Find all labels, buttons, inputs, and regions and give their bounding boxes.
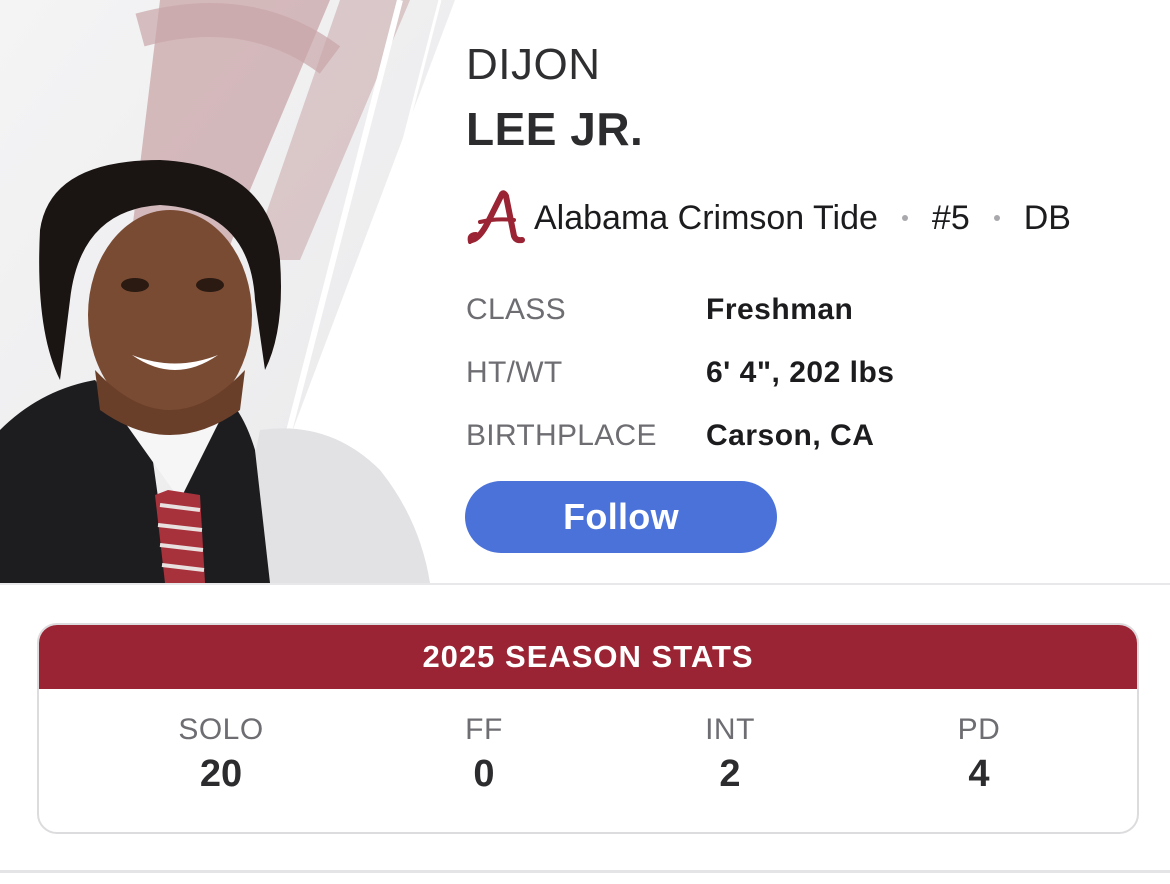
stat-value: 4: [968, 753, 990, 795]
separator-dot: [993, 215, 1000, 221]
player-first-name: DIJON: [466, 40, 601, 89]
team-name[interactable]: Alabama Crimson Tide: [534, 199, 878, 238]
season-stats-card: 2025 SEASON STATS SOLO 20 FF 0 INT 2 PD …: [37, 623, 1139, 834]
info-row-birthplace: BIRTHPLACE Carson, CA: [466, 404, 894, 467]
info-value: 6' 4", 202 lbs: [706, 355, 895, 389]
alabama-script-a-icon: [467, 190, 525, 244]
follow-button[interactable]: Follow: [465, 481, 777, 553]
separator-dot: [901, 215, 908, 221]
stat-ff: FF 0: [384, 713, 584, 796]
divider: [0, 583, 1170, 585]
player-last-name: LEE JR.: [466, 103, 644, 155]
info-label: BIRTHPLACE: [466, 418, 657, 452]
season-stats-title: 2025 SEASON STATS: [39, 625, 1137, 689]
stat-value: 2: [719, 753, 741, 795]
player-position: DB: [1023, 198, 1071, 237]
stat-label: INT: [705, 713, 755, 746]
stat-value: 20: [199, 753, 243, 795]
player-header: DIJON LEE JR. Alabama Crimson Tide #5 DB…: [0, 0, 1170, 583]
stat-solo: SOLO 20: [121, 713, 321, 796]
stat-label: SOLO: [178, 713, 264, 746]
stats-grid: SOLO 20 FF 0 INT 2 PD 4: [39, 689, 1137, 832]
divider: [0, 870, 1170, 873]
player-info-table: CLASS Freshman HT/WT 6' 4", 202 lbs BIRT…: [466, 278, 894, 467]
info-label: CLASS: [466, 292, 566, 326]
team-row: Alabama Crimson Tide #5 DB: [466, 190, 1071, 246]
stat-label: FF: [465, 713, 503, 746]
info-row-class: CLASS Freshman: [466, 278, 894, 341]
stat-label: PD: [957, 713, 1001, 746]
player-headshot-image: [0, 0, 455, 583]
info-value: Carson, CA: [706, 418, 875, 452]
stat-value: 0: [473, 753, 495, 795]
stat-pd: PD 4: [879, 713, 1079, 796]
info-value: Freshman: [706, 292, 854, 326]
info-label: HT/WT: [466, 355, 563, 389]
stat-int: INT 2: [630, 713, 830, 796]
info-row-height-weight: HT/WT 6' 4", 202 lbs: [466, 341, 894, 404]
jersey-number: #5: [931, 198, 970, 237]
